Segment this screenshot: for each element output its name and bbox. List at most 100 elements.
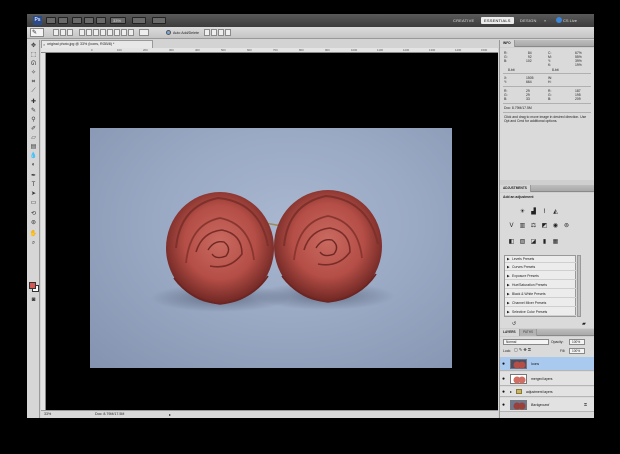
preset-channel-mixer[interactable]: ▶ Channel Mixer Presets xyxy=(505,300,577,307)
layer-row[interactable]: ● merged layers xyxy=(500,372,594,386)
path-selection-tool-icon[interactable]: ➤ xyxy=(29,190,38,198)
selective-color-icon[interactable]: ▦ xyxy=(551,238,560,246)
eye-icon[interactable]: ● xyxy=(502,376,505,382)
preset-selective-color[interactable]: ▶ Selective Color Presets xyxy=(505,309,577,316)
brush-tool-icon[interactable]: ✎ xyxy=(29,107,38,115)
spot-healing-tool-icon[interactable]: ✚ xyxy=(29,98,38,106)
vibrance-icon[interactable]: V xyxy=(507,222,516,230)
blend-mode-select[interactable]: Normal xyxy=(503,339,549,345)
intersect-path-area-button[interactable] xyxy=(218,29,224,36)
document-canvas-area[interactable]: 0 100 200 300 400 500 600 700 800 900 1000 1100 1200… xyxy=(41,48,513,410)
brightness-contrast-icon[interactable]: ☀ xyxy=(518,208,527,216)
status-menu-arrow-icon[interactable]: ▸ xyxy=(169,411,171,418)
levels-icon[interactable]: ▟ xyxy=(529,208,538,216)
eye-icon[interactable]: ● xyxy=(502,361,505,367)
clone-stamp-tool-icon[interactable]: ⚲ xyxy=(29,116,38,124)
invert-icon[interactable]: ◧ xyxy=(507,238,516,246)
screen-mode-button[interactable] xyxy=(152,17,166,24)
rectangle-shape-button[interactable] xyxy=(93,29,99,36)
foreground-color-swatch[interactable] xyxy=(29,282,36,289)
mini-bridge-button[interactable] xyxy=(58,17,68,24)
color-balance-icon[interactable]: ⚖ xyxy=(529,222,538,230)
freeform-pen-button[interactable] xyxy=(86,29,92,36)
black-white-icon[interactable]: ◩ xyxy=(540,222,549,230)
tab-paths[interactable]: PATHS xyxy=(520,329,538,336)
return-to-list-icon[interactable]: ↺ xyxy=(512,321,516,327)
exposure-icon[interactable]: ◭ xyxy=(551,208,560,216)
opacity-field[interactable]: 100% xyxy=(569,339,585,345)
move-tool-icon[interactable]: ✥ xyxy=(29,42,38,50)
history-brush-tool-icon[interactable]: ✐ xyxy=(29,125,38,133)
quick-mask-icon[interactable]: ◙ xyxy=(29,296,38,304)
tab-info[interactable]: INFO xyxy=(500,40,515,47)
paths-button[interactable] xyxy=(60,29,66,36)
layer-group-row[interactable]: ● ▸ adjustment layers xyxy=(500,387,594,397)
blur-tool-icon[interactable]: 💧 xyxy=(29,152,38,160)
bridge-button[interactable] xyxy=(46,17,56,24)
rotate-view-button[interactable] xyxy=(96,17,106,24)
close-icon[interactable]: × xyxy=(43,41,45,48)
subtract-path-area-button[interactable] xyxy=(211,29,217,36)
panel-options-icon[interactable]: ▰ xyxy=(582,321,586,327)
shape-tool-icon[interactable]: ▭ xyxy=(29,199,38,207)
preset-levels[interactable]: ▶ Levels Presets xyxy=(505,256,577,263)
fill-field[interactable]: 100% xyxy=(569,348,585,354)
layer-row[interactable]: ● Icons xyxy=(500,357,594,371)
preset-curves[interactable]: ▶ Curves Presets xyxy=(505,264,577,271)
zoom-tool-icon[interactable]: ⌕ xyxy=(29,239,38,247)
quick-selection-tool-icon[interactable]: ✧ xyxy=(29,69,38,77)
shape-layers-button[interactable] xyxy=(53,29,59,36)
lock-icons[interactable]: ▢ ✎ ✥ ⚿ xyxy=(514,348,531,352)
status-zoom[interactable]: 33% xyxy=(44,411,51,418)
crop-tool-icon[interactable]: ⌗ xyxy=(29,78,38,86)
eraser-tool-icon[interactable]: ▱ xyxy=(29,134,38,142)
workspace-essentials[interactable]: ESSENTIALS xyxy=(481,17,514,24)
document-tab[interactable]: × original photo.jpg @ 33% (Icons, RGB/8… xyxy=(41,40,153,48)
tool-preset-picker[interactable]: ✎ xyxy=(30,28,44,37)
line-shape-button[interactable] xyxy=(121,29,127,36)
workspace-design[interactable]: DESIGN xyxy=(517,17,540,24)
hand-tool-icon[interactable]: ✋ xyxy=(29,230,38,238)
type-tool-icon[interactable]: T xyxy=(29,181,38,189)
eye-icon[interactable]: ● xyxy=(502,402,505,408)
group-expand-arrow-icon[interactable]: ▸ xyxy=(510,389,512,394)
threshold-icon[interactable]: ◪ xyxy=(529,238,538,246)
gradient-map-icon[interactable]: ▮ xyxy=(540,238,549,246)
cs-live-menu[interactable]: CS Live xyxy=(563,17,577,24)
eye-icon[interactable]: ● xyxy=(502,389,505,395)
horizontal-ruler[interactable]: 0 100 200 300 400 500 600 700 800 900 1000 1100 1200… xyxy=(41,48,513,53)
add-path-area-button[interactable] xyxy=(204,29,210,36)
tab-adjustments[interactable]: ADJUSTMENTS xyxy=(500,185,531,192)
fill-pixels-button[interactable] xyxy=(67,29,73,36)
zoom-level-select[interactable]: 33% xyxy=(110,17,126,24)
vertical-ruler[interactable] xyxy=(41,53,46,410)
3d-orbit-tool-icon[interactable]: ⊛ xyxy=(29,219,38,227)
preset-black-white[interactable]: ▶ Black & White Presets xyxy=(505,291,577,298)
polygon-shape-button[interactable] xyxy=(114,29,120,36)
lasso-tool-icon[interactable]: ᘏ xyxy=(29,60,38,68)
hue-saturation-icon[interactable]: ▥ xyxy=(518,222,527,230)
photo-filter-icon[interactable]: ◉ xyxy=(551,222,560,230)
rounded-rectangle-button[interactable] xyxy=(100,29,106,36)
more-workspaces-button[interactable]: » xyxy=(541,17,549,24)
gradient-tool-icon[interactable]: ▤ xyxy=(29,143,38,151)
zoom-tool-button[interactable] xyxy=(84,17,94,24)
marquee-tool-icon[interactable]: ⬚ xyxy=(29,51,38,59)
preset-exposure[interactable]: ▶ Exposure Presets xyxy=(505,273,577,280)
presets-scrollbar[interactable] xyxy=(577,255,581,317)
status-doc-size[interactable]: Doc: 8.79M/17.5M xyxy=(95,411,124,418)
exclude-path-area-button[interactable] xyxy=(225,29,231,36)
3d-rotate-tool-icon[interactable]: ⟲ xyxy=(29,210,38,218)
pen-tool-button[interactable] xyxy=(79,29,85,36)
layer-row[interactable]: ● Background ⚿ xyxy=(500,398,594,412)
custom-shape-button[interactable] xyxy=(128,29,134,36)
geometry-options-button[interactable] xyxy=(139,29,149,36)
auto-add-delete-checkbox[interactable] xyxy=(166,30,171,35)
preset-hue-saturation[interactable]: ▶ Hue/Saturation Presets xyxy=(505,282,577,289)
channel-mixer-icon[interactable]: ⊚ xyxy=(562,222,571,230)
photo-image[interactable] xyxy=(90,128,452,368)
posterize-icon[interactable]: ▧ xyxy=(518,238,527,246)
eyedropper-tool-icon[interactable]: ⟋ xyxy=(29,87,38,95)
workspace-creative[interactable]: CREATIVE xyxy=(450,17,477,24)
dodge-tool-icon[interactable]: ◐ xyxy=(29,161,38,169)
